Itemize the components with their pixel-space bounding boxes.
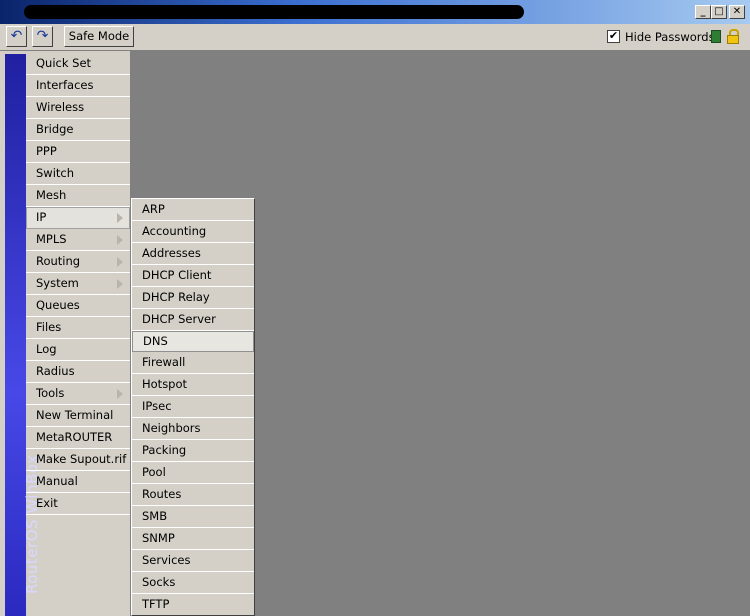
menu-item-metarouter[interactable]: MetaROUTER [26,427,130,449]
menu-item-quick-set[interactable]: Quick Set [26,53,130,75]
submenu-arrow-icon [117,279,123,289]
submenu-arrow-icon [117,389,123,399]
submenu-item-services[interactable]: Services [132,550,254,572]
menu-item-new-terminal[interactable]: New Terminal [26,405,130,427]
menu-item-label: Wireless [36,100,85,114]
submenu-item-smb[interactable]: SMB [132,506,254,528]
menu-item-label: Queues [36,298,80,312]
submenu-item-snmp[interactable]: SNMP [132,528,254,550]
toolbar: ↶ ↷ Safe Mode ✔ Hide Passwords [0,24,750,51]
green-square-icon [711,30,721,43]
hide-passwords-checkbox[interactable]: ✔ [607,30,620,43]
submenu-arrow-icon [117,213,123,223]
menu-item-label: MetaROUTER [36,430,113,444]
menu-item-ip[interactable]: IP [26,207,130,229]
submenu-item-ipsec[interactable]: IPsec [132,396,254,418]
menu-item-label: Manual [36,474,78,488]
safe-mode-button[interactable]: Safe Mode [64,26,134,47]
redo-button[interactable]: ↷ [32,26,53,47]
menu-item-make-supout[interactable]: Make Supout.rif [26,449,130,471]
menu-item-label: Mesh [36,188,67,202]
menu-item-mesh[interactable]: Mesh [26,185,130,207]
menu-item-label: Routing [36,254,81,268]
menu-item-label: System [36,276,79,290]
submenu-item-addresses[interactable]: Addresses [132,243,254,265]
submenu-item-socks[interactable]: Socks [132,572,254,594]
menu-item-radius[interactable]: Radius [26,361,130,383]
menu-item-ppp[interactable]: PPP [26,141,130,163]
menu-item-mpls[interactable]: MPLS [26,229,130,251]
submenu-item-dhcp-client[interactable]: DHCP Client [132,265,254,287]
submenu-item-arp[interactable]: ARP [132,199,254,221]
menu-item-tools[interactable]: Tools [26,383,130,405]
menu-item-wireless[interactable]: Wireless [26,97,130,119]
menu-item-system[interactable]: System [26,273,130,295]
menu-item-label: Bridge [36,122,74,136]
redacted-title [24,5,524,19]
menu-item-label: Log [36,342,57,356]
menu-item-manual[interactable]: Manual [26,471,130,493]
submenu-item-accounting[interactable]: Accounting [132,221,254,243]
menu-item-bridge[interactable]: Bridge [26,119,130,141]
minimize-button[interactable]: _ [695,5,711,19]
menu-item-label: Quick Set [36,56,92,70]
main-menu: Quick Set Interfaces Wireless Bridge PPP… [26,53,130,515]
maximize-button[interactable]: □ [711,5,727,19]
submenu-item-dhcp-relay[interactable]: DHCP Relay [132,287,254,309]
undo-icon: ↶ [10,28,23,44]
menu-item-label: Files [36,320,62,334]
submenu-item-dhcp-server[interactable]: DHCP Server [132,309,254,331]
submenu-item-tftp[interactable]: TFTP [132,594,254,615]
redo-icon: ↷ [36,28,49,44]
submenu-item-routes[interactable]: Routes [132,484,254,506]
checkmark-icon: ✔ [608,29,619,42]
menu-item-label: Make Supout.rif [36,452,127,466]
menu-item-files[interactable]: Files [26,317,130,339]
lock-icon [726,29,740,44]
close-button[interactable]: ✕ [729,5,745,19]
menu-item-switch[interactable]: Switch [26,163,130,185]
menu-item-label: Interfaces [36,78,94,92]
ip-submenu: ARP Accounting Addresses DHCP Client DHC… [131,198,255,616]
submenu-item-packing[interactable]: Packing [132,440,254,462]
winbox-brand-strip: RouterOS WinBox [5,54,41,616]
menu-item-label: Exit [36,496,58,510]
menu-item-label: IP [36,210,47,224]
menu-item-exit[interactable]: Exit [26,493,130,515]
submenu-item-dns[interactable]: DNS [132,331,254,352]
undo-button[interactable]: ↶ [6,26,27,47]
menu-item-routing[interactable]: Routing [26,251,130,273]
menu-item-label: Radius [36,364,75,378]
menu-item-interfaces[interactable]: Interfaces [26,75,130,97]
submenu-item-firewall[interactable]: Firewall [132,352,254,374]
menu-item-label: Tools [36,386,65,400]
menu-item-label: New Terminal [36,408,114,422]
submenu-item-neighbors[interactable]: Neighbors [132,418,254,440]
submenu-item-hotspot[interactable]: Hotspot [132,374,254,396]
menu-item-queues[interactable]: Queues [26,295,130,317]
menu-item-log[interactable]: Log [26,339,130,361]
submenu-arrow-icon [117,257,123,267]
hide-passwords-label: Hide Passwords [625,30,715,44]
menu-item-label: PPP [36,144,57,158]
menu-item-label: MPLS [36,232,67,246]
submenu-arrow-icon [117,235,123,245]
menu-item-label: Switch [36,166,75,180]
submenu-item-pool[interactable]: Pool [132,462,254,484]
title-bar[interactable]: _ □ ✕ [0,0,750,24]
